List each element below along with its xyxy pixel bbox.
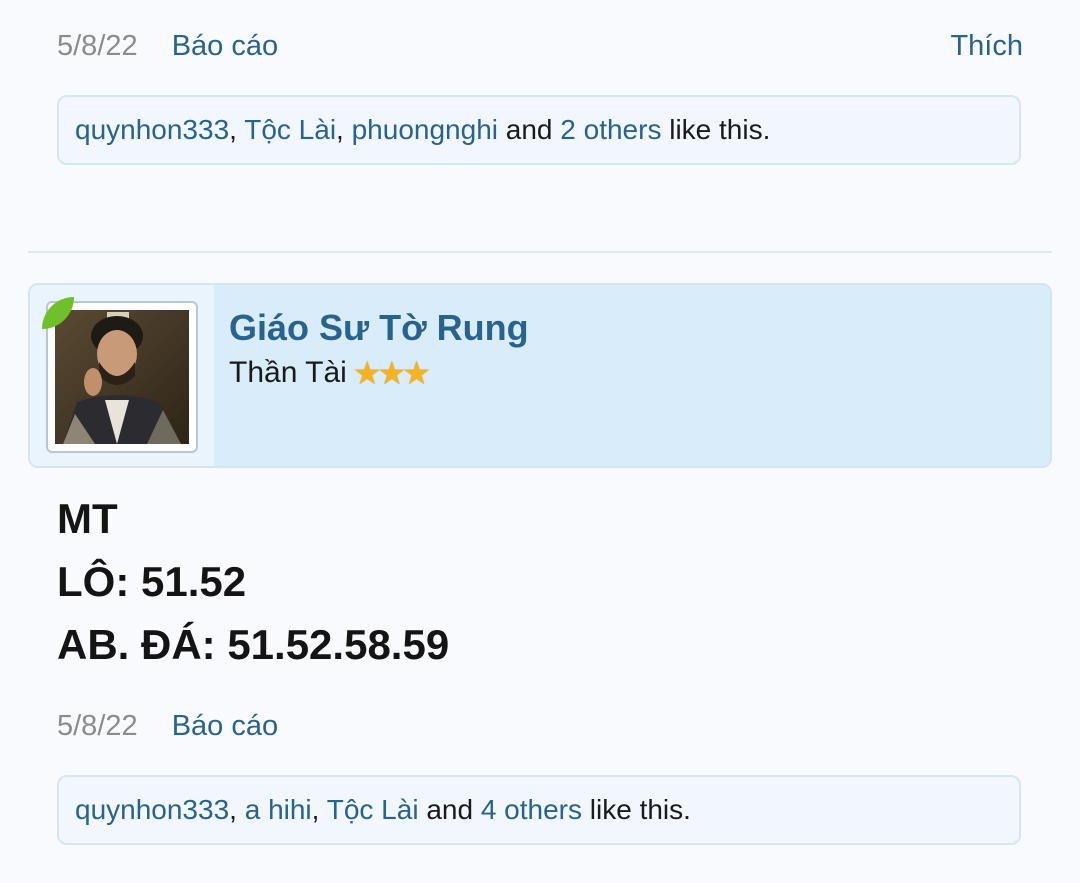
user-title-text: Thần Tài: [229, 356, 347, 389]
liker-link[interactable]: phuongnghi: [352, 114, 498, 145]
separator: ,: [229, 794, 245, 825]
like-button[interactable]: Thích: [950, 26, 1023, 66]
user-avatar-photo: [55, 310, 189, 444]
separator: ,: [229, 114, 245, 145]
likes-summary: quynhon333, a hihi, Tộc Lài and 4 others…: [57, 775, 1021, 845]
likes-tail: like this.: [661, 114, 771, 145]
report-link[interactable]: Báo cáo: [172, 710, 278, 742]
post-divider: [28, 251, 1052, 253]
separator: ,: [311, 794, 327, 825]
liker-link[interactable]: quynhon333: [75, 114, 229, 145]
and-text: and: [418, 794, 481, 825]
post-message: MT LÔ: 51.52 AB. ĐÁ: 51.52.58.59: [57, 487, 449, 676]
message-line: AB. ĐÁ: 51.52.58.59: [57, 621, 450, 668]
liker-link[interactable]: Tộc Lài: [327, 794, 419, 825]
avatar-cell: [30, 285, 214, 466]
post-date: 5/8/22: [57, 30, 138, 62]
rank-stars-icon: ★★★: [352, 355, 431, 391]
separator: ,: [336, 114, 352, 145]
username-link[interactable]: Giáo Sư Tờ Rung: [229, 305, 529, 351]
post-footer: 5/8/22 Báo cáo Thích: [57, 26, 1023, 66]
likes-tail: like this.: [582, 794, 691, 825]
thread-page: 5/8/22 Báo cáo Thích quynhon333, Tộc Lài…: [0, 0, 1080, 883]
avatar[interactable]: [46, 301, 198, 453]
report-link[interactable]: Báo cáo: [172, 30, 278, 62]
user-rank: Thần Tài ★★★: [229, 353, 431, 393]
liker-link[interactable]: Tộc Lài: [244, 114, 336, 145]
likes-summary: quynhon333, Tộc Lài, phuongnghi and 2 ot…: [57, 95, 1021, 165]
and-text: and: [497, 114, 561, 145]
liker-link[interactable]: a hihi: [245, 794, 312, 825]
message-line: MT: [57, 495, 118, 542]
others-link[interactable]: 4 others: [481, 794, 582, 825]
user-info-block: Giáo Sư Tờ Rung Thần Tài ★★★: [28, 283, 1052, 468]
others-link[interactable]: 2 others: [560, 114, 661, 145]
post-date: 5/8/22: [57, 710, 138, 742]
post-footer: 5/8/22 Báo cáo: [57, 706, 1023, 746]
liker-link[interactable]: quynhon333: [75, 794, 229, 825]
message-line: LÔ: 51.52: [57, 558, 247, 605]
